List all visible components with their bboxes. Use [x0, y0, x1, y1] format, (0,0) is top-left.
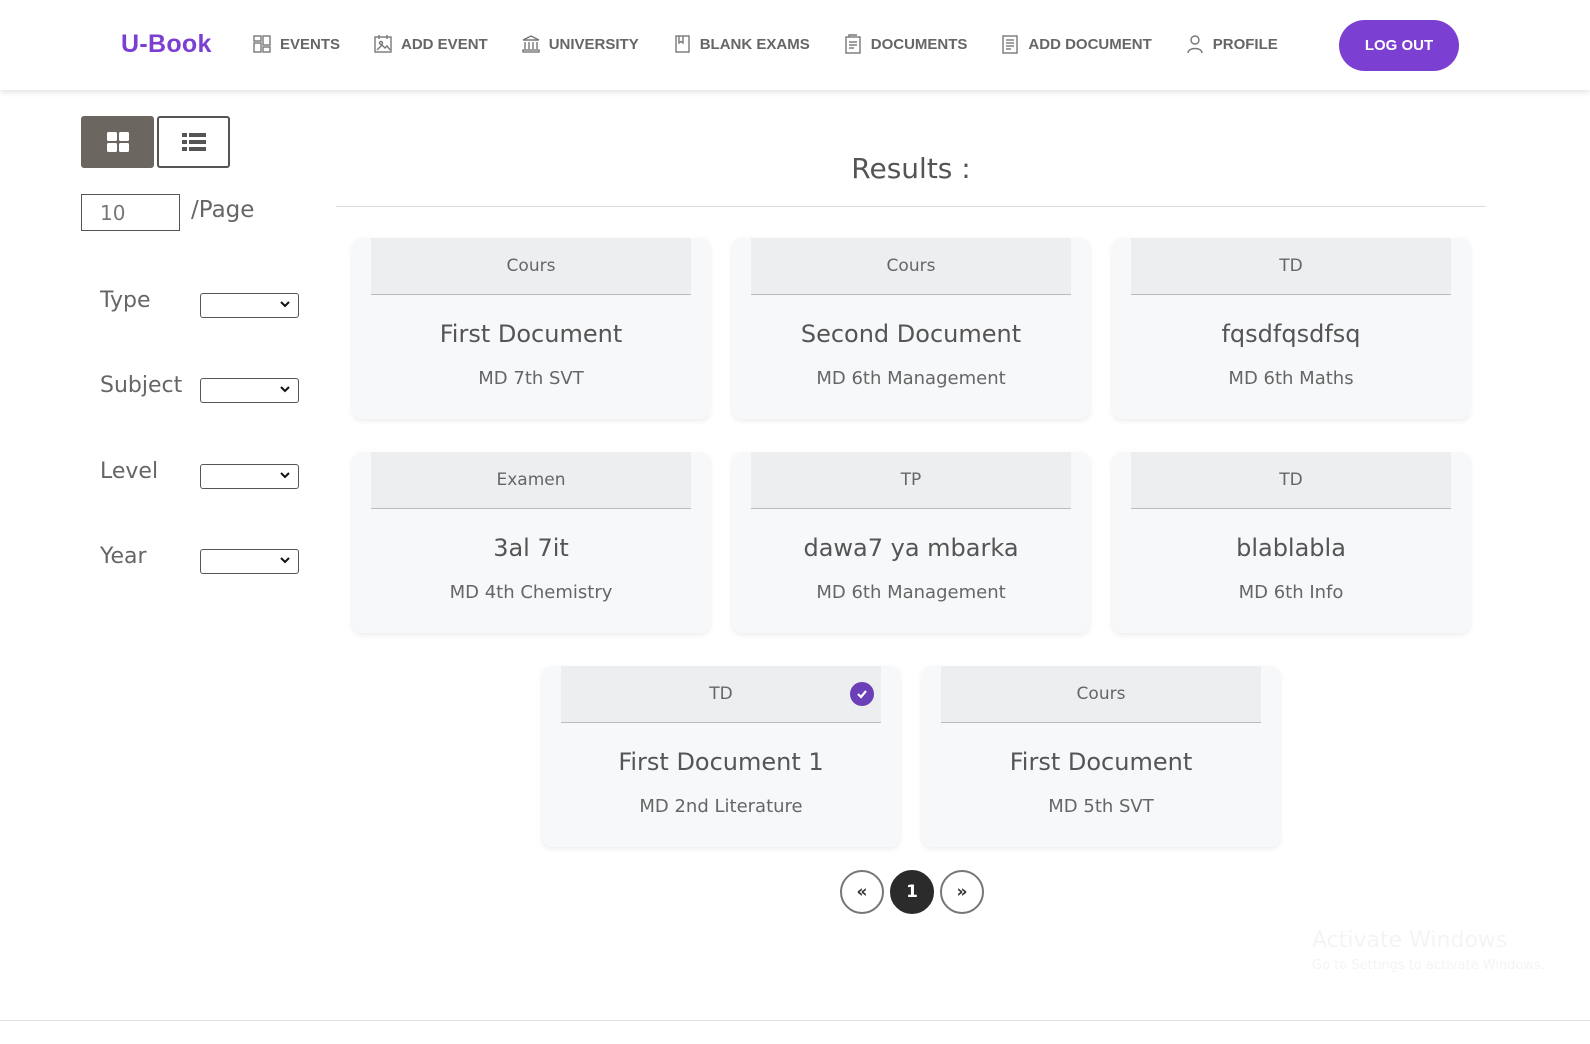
per-page-label: /Page [191, 197, 255, 223]
card-type: TD [1131, 238, 1451, 295]
logout-button[interactable]: LOG OUT [1339, 20, 1459, 71]
events-icon [253, 35, 271, 53]
list-view-button[interactable] [157, 116, 230, 168]
card-subtitle: MD 6th Maths [1228, 368, 1354, 389]
card-type: Cours [751, 238, 1071, 295]
filter-type-label: Type [100, 288, 151, 313]
footer-divider [0, 1020, 1590, 1021]
chevron-down-icon [280, 301, 290, 308]
filter-type: Type [100, 288, 300, 318]
nav-blank-exams-label: BLANK EXAMS [699, 35, 810, 53]
add-document-icon [1002, 35, 1019, 54]
nav-university[interactable]: UNIVERSITY [521, 34, 639, 54]
nav-documents-label: DOCUMENTS [870, 35, 968, 53]
nav-events-label: EVENTS [280, 35, 341, 53]
book-icon [675, 35, 690, 53]
nav-add-document[interactable]: ADD DOCUMENT [1000, 34, 1152, 54]
next-page-button[interactable]: » [940, 870, 984, 914]
card-title: First Document [1009, 748, 1193, 776]
card-type: TD [1131, 452, 1451, 509]
card-title: First Document [439, 320, 623, 348]
card-subtitle: MD 5th SVT [1048, 796, 1154, 817]
chevron-down-icon [280, 386, 290, 393]
per-page-input[interactable] [81, 194, 180, 231]
document-card[interactable]: Cours First Document MD 5th SVT [922, 666, 1280, 847]
card-type: TP [751, 452, 1071, 509]
card-subtitle: MD 6th Management [816, 582, 1006, 603]
grid-view-button[interactable] [81, 116, 154, 168]
level-select[interactable] [200, 464, 299, 489]
card-title: blablabla [1236, 534, 1346, 562]
card-title: Second Document [800, 320, 1022, 348]
document-card[interactable]: TP dawa7 ya mbarka MD 6th Management [732, 452, 1090, 633]
type-select[interactable] [200, 293, 299, 318]
nav-add-document-label: ADD DOCUMENT [1028, 35, 1152, 53]
university-icon [522, 35, 540, 53]
subject-select[interactable] [200, 378, 299, 403]
nav-add-event[interactable]: ADD EVENT [373, 34, 488, 54]
document-card[interactable]: TD blablabla MD 6th Info [1112, 452, 1470, 633]
chevron-down-icon [280, 557, 290, 564]
chevron-down-icon [280, 472, 290, 479]
document-card[interactable]: Examen 3al 7it MD 4th Chemistry [352, 452, 710, 633]
nav-profile-label: PROFILE [1212, 35, 1278, 53]
logo[interactable]: U-Book [121, 30, 212, 59]
nav-add-event-label: ADD EVENT [401, 35, 488, 53]
filter-subject-label: Subject [100, 373, 183, 398]
activate-windows-subtitle: Go to Settings to activate Windows. [1312, 958, 1545, 973]
card-title: 3al 7it [493, 534, 569, 562]
document-card[interactable]: Cours First Document MD 7th SVT [352, 238, 710, 419]
card-type: Cours [941, 666, 1261, 723]
results-divider [336, 206, 1486, 207]
grid-icon [106, 132, 129, 152]
card-subtitle: MD 2nd Literature [639, 796, 803, 817]
card-type: Cours [371, 238, 691, 295]
nav-blank-exams[interactable]: BLANK EXAMS [672, 34, 810, 54]
main-nav: EVENTS ADD EVENT UNIVERSITY BLANK EXAMS … [252, 34, 1311, 54]
nav-events[interactable]: EVENTS [252, 34, 340, 54]
filter-subject: Subject [100, 373, 300, 403]
document-card[interactable]: TD fqsdfqsdfsq MD 6th Maths [1112, 238, 1470, 419]
add-event-icon [374, 35, 392, 53]
document-card[interactable]: TD First Document 1 MD 2nd Literature [542, 666, 900, 847]
card-title: fqsdfqsdfsq [1221, 320, 1361, 348]
prev-page-button[interactable]: « [840, 870, 884, 914]
card-type: TD [561, 666, 881, 723]
profile-icon [1187, 35, 1203, 54]
card-subtitle: MD 4th Chemistry [449, 582, 613, 603]
results-title: Results : [851, 152, 971, 185]
year-select[interactable] [200, 549, 299, 574]
nav-profile[interactable]: PROFILE [1185, 34, 1278, 54]
card-type: Examen [371, 452, 691, 509]
verified-check-icon [850, 682, 874, 706]
filter-level: Level [100, 459, 300, 489]
filter-level-label: Level [100, 459, 159, 484]
activate-windows-watermark: Activate Windows [1312, 928, 1508, 953]
filter-year-label: Year [100, 544, 147, 569]
documents-icon [845, 34, 861, 54]
document-card[interactable]: Cours Second Document MD 6th Management [732, 238, 1090, 419]
card-subtitle: MD 6th Info [1238, 582, 1344, 603]
page-number-button[interactable]: 1 [890, 870, 934, 914]
card-subtitle: MD 7th SVT [478, 368, 584, 389]
top-navbar: U-Book EVENTS ADD EVENT UNIVERSITY BLANK… [0, 0, 1590, 90]
card-title: dawa7 ya mbarka [803, 534, 1019, 562]
card-subtitle: MD 6th Management [816, 368, 1006, 389]
card-title: First Document 1 [618, 748, 824, 776]
filter-year: Year [100, 544, 300, 574]
nav-university-label: UNIVERSITY [548, 35, 639, 53]
list-icon [181, 133, 206, 151]
nav-documents[interactable]: DOCUMENTS [843, 34, 968, 54]
